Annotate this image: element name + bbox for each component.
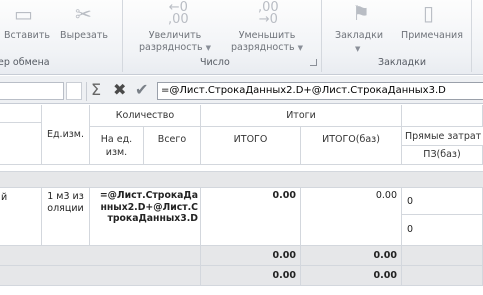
unit-column-header[interactable]: Ед.изм. xyxy=(42,105,90,165)
paste-icon: ▭ xyxy=(14,2,33,26)
row3-total-cell[interactable]: 0.00 xyxy=(201,266,301,286)
total-base-label: ИТОГО(баз) xyxy=(322,134,380,145)
pz-base-label: ПЗ(баз) xyxy=(423,149,461,160)
paste-button[interactable]: ▭ Вставить xyxy=(0,0,50,48)
number-group-label: Число xyxy=(200,57,230,68)
row2-total-cell[interactable]: 0.00 xyxy=(201,246,301,266)
quantity-header-label: Количество xyxy=(115,110,175,121)
row1-name-text: й xyxy=(1,192,8,203)
row1-qty-per-unit-cell[interactable]: =@Лист.СтрокаДанных2.D+@Лист.СтрокаДанны… xyxy=(90,188,201,246)
row1-direct-a-cell[interactable]: 0 xyxy=(402,188,483,215)
cancel-icon[interactable]: ✖ xyxy=(113,80,126,100)
increase-precision-line2: разрядность ▼ xyxy=(138,42,212,53)
row1-unit-text: 1 м3 изоляции xyxy=(47,191,84,214)
row2-label-cell[interactable] xyxy=(0,246,201,266)
decrease-precision-line1: Уменьшить xyxy=(238,30,296,41)
bookmarks-group-label: Закладки xyxy=(378,57,427,68)
clipboard-group-label: ер обмена xyxy=(0,57,50,68)
name-column-header-lower xyxy=(0,123,42,165)
group-row[interactable] xyxy=(0,172,483,188)
notes-button[interactable]: ▯ Примечания xyxy=(397,0,467,48)
spreadsheet-grid: Ед.изм. Количество Итоги На ед. изм. Все… xyxy=(0,105,483,295)
ribbon: ▭ Вставить ✂ Вырезать ер обмена ←0,00 Ув… xyxy=(0,0,483,75)
qty-total-column-header[interactable]: Всего xyxy=(144,127,201,165)
chevron-down-icon: ▼ xyxy=(297,44,304,52)
bookmarks-label: Закладки xyxy=(334,30,384,41)
paste-label: Вставить xyxy=(3,30,50,41)
total-column-header[interactable]: ИТОГО xyxy=(201,127,301,165)
row1-name-cell[interactable]: й xyxy=(0,188,42,246)
scissors-icon: ✂ xyxy=(75,2,92,26)
blank-header xyxy=(402,105,483,127)
cut-button[interactable]: ✂ Вырезать xyxy=(55,0,113,48)
increase-precision-line1: Увеличить xyxy=(148,30,202,41)
spacer-row xyxy=(0,165,483,172)
row2-direct-cell[interactable] xyxy=(402,246,483,266)
cut-label: Вырезать xyxy=(60,30,108,41)
row1-total-base-cell[interactable]: 0.00 xyxy=(301,188,402,246)
row1-direct-a-value: 0 xyxy=(407,196,414,207)
formula-bar: Σ ✖ ✔ =@Лист.СтрокаДанных2.D+@Лист.Строк… xyxy=(0,76,483,104)
name-box[interactable] xyxy=(0,82,64,100)
qty-per-unit-label: На ед. изм. xyxy=(100,133,133,158)
dialog-launcher-icon[interactable] xyxy=(310,59,317,66)
row3-total-value: 0.00 xyxy=(272,270,296,281)
row1-unit-cell[interactable]: 1 м3 изоляции xyxy=(42,188,90,246)
qty-per-unit-column-header[interactable]: На ед. изм. xyxy=(90,127,144,165)
increase-precision-button[interactable]: ←0,00 Увеличить разрядность ▼ xyxy=(130,0,220,56)
decrease-precision-icon: ,00 →0 xyxy=(258,0,279,27)
direct-costs-label: Прямые затрат xyxy=(405,131,482,142)
row1-qty-formula: =@Лист.СтрокаДанных2.D+@Лист.СтрокаДанны… xyxy=(99,190,198,224)
row3-direct-cell[interactable] xyxy=(402,266,483,286)
increase-precision-icon: ←0,00 xyxy=(168,0,189,27)
row1-direct-b-cell[interactable]: 0 xyxy=(402,215,483,246)
note-icon: ▯ xyxy=(423,1,435,25)
chevron-down-icon: ▼ xyxy=(355,45,361,53)
row2-total-base-cell[interactable]: 0.00 xyxy=(301,246,402,266)
totals-group-header[interactable]: Итоги xyxy=(201,105,402,127)
qty-total-label: Всего xyxy=(157,134,187,145)
decrease-precision-line2: разрядность ▼ xyxy=(230,42,304,53)
notes-label: Примечания xyxy=(401,30,463,41)
empty-row[interactable] xyxy=(0,286,483,295)
bookmark-icon: ⚑ xyxy=(352,1,370,25)
ribbon-separator xyxy=(122,0,123,72)
ribbon-separator xyxy=(471,0,472,72)
confirm-icon[interactable]: ✔ xyxy=(135,80,148,100)
total-label: ИТОГО xyxy=(233,134,268,145)
pz-base-column-header[interactable]: ПЗ(баз) xyxy=(402,146,483,165)
decrease-precision-button[interactable]: ,00 →0 Уменьшить разрядность ▼ xyxy=(222,0,312,56)
formula-input[interactable]: =@Лист.СтрокаДанных2.D+@Лист.СтрокаДанны… xyxy=(157,82,483,100)
total-base-column-header[interactable]: ИТОГО(баз) xyxy=(301,127,402,165)
row1-total-base-value: 0.00 xyxy=(375,190,397,201)
row3-total-base-value: 0.00 xyxy=(373,270,397,281)
formula-bar-separator xyxy=(86,82,87,101)
chevron-down-icon: ▼ xyxy=(205,44,212,52)
quantity-group-header[interactable]: Количество xyxy=(90,105,201,127)
row1-total-cell[interactable]: 0.00 xyxy=(201,188,301,246)
name-box-dropdown[interactable] xyxy=(66,82,82,100)
bookmarks-button[interactable]: ⚑ Закладки ▼ xyxy=(328,0,390,56)
row3-total-base-cell[interactable]: 0.00 xyxy=(301,266,402,286)
row2-total-base-value: 0.00 xyxy=(373,250,397,261)
row2-total-value: 0.00 xyxy=(272,250,296,261)
sum-icon[interactable]: Σ xyxy=(91,80,101,100)
name-column-header[interactable] xyxy=(0,105,42,123)
ribbon-separator xyxy=(321,0,322,72)
row1-total-value: 0.00 xyxy=(272,190,296,201)
row3-label-cell[interactable] xyxy=(0,266,201,286)
totals-header-label: Итоги xyxy=(286,110,316,121)
row1-direct-b-value: 0 xyxy=(407,224,414,235)
direct-costs-group-header[interactable]: Прямые затрат xyxy=(402,127,483,146)
unit-header-label: Ед.изм. xyxy=(46,129,84,140)
